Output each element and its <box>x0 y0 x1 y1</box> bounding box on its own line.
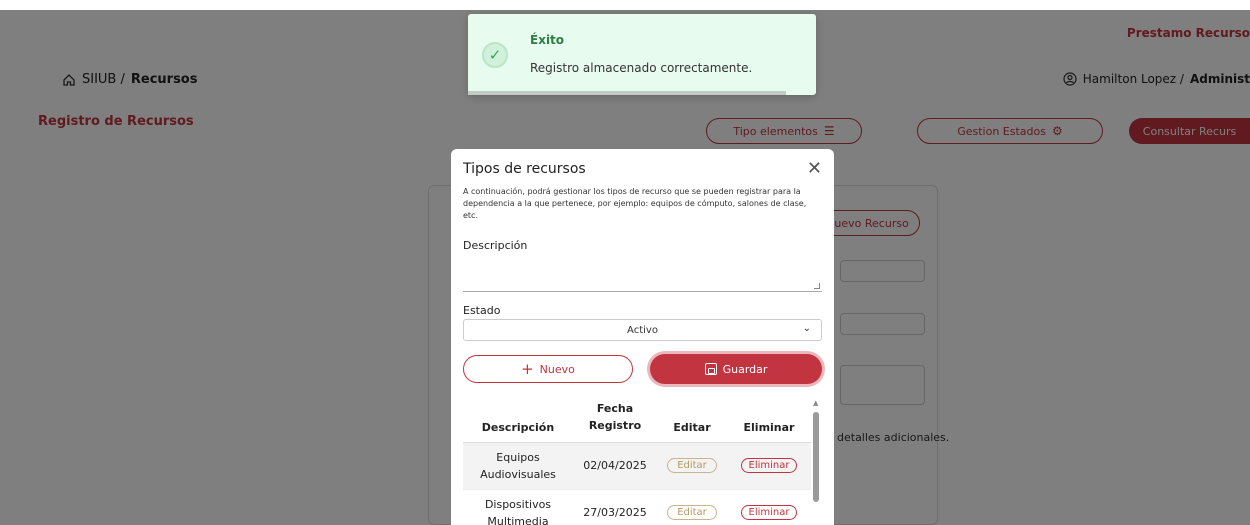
scrollbar-thumb[interactable] <box>813 412 819 502</box>
header-eliminar: Eliminar <box>727 395 811 443</box>
close-icon[interactable]: ✕ <box>807 160 822 178</box>
guardar-button[interactable]: Guardar <box>650 354 822 384</box>
nuevo-label: Nuevo <box>539 362 575 376</box>
cell-editar: Editar <box>657 489 727 525</box>
modal-description: A continuación, podrá gestionar los tipo… <box>463 187 807 220</box>
toast-title: Éxito <box>530 33 565 47</box>
eliminar-button[interactable]: Eliminar <box>740 458 798 473</box>
estado-value: Activo <box>627 324 658 336</box>
eliminar-button[interactable]: Eliminar <box>740 505 798 520</box>
scroll-up-icon[interactable]: ▲ <box>813 399 818 407</box>
cell-fecha: 02/04/2025 <box>573 442 657 490</box>
header-fecha-registro[interactable]: Fecha Registro <box>573 395 657 443</box>
modal-title: Tipos de recursos <box>463 161 586 177</box>
save-icon <box>704 363 717 375</box>
check-circle-icon: ✓ <box>482 42 508 68</box>
table-row: Equipos Audiovisuales 02/04/2025 Editar … <box>463 442 811 490</box>
editar-button[interactable]: Editar <box>667 458 717 473</box>
modal-header: Tipos de recursos ✕ <box>463 157 822 181</box>
cell-eliminar: Eliminar <box>727 489 811 525</box>
editar-button[interactable]: Editar <box>667 505 717 520</box>
table-row: Dispositivos Multimedia 27/03/2025 Edita… <box>463 489 811 525</box>
guardar-label: Guardar <box>722 362 768 376</box>
header-editar: Editar <box>657 395 727 443</box>
header-descripcion[interactable]: Descripción <box>463 395 573 443</box>
cell-editar: Editar <box>657 442 727 490</box>
toast-message: Registro almacenado correctamente. <box>530 61 753 75</box>
estado-label: Estado <box>463 304 501 317</box>
plus-icon: + <box>521 359 534 378</box>
descripcion-textarea[interactable] <box>463 256 822 292</box>
cell-eliminar: Eliminar <box>727 442 811 490</box>
estado-select[interactable]: Activo ⌄ <box>463 319 822 341</box>
success-toast: ✓ Éxito Registro almacenado correctament… <box>468 14 816 95</box>
table-header-row: Descripción Fecha Registro Editar Elimin… <box>463 395 811 443</box>
nuevo-button[interactable]: + Nuevo <box>463 355 633 383</box>
toast-progress-bar <box>468 91 786 95</box>
tipos-table: Descripción Fecha Registro Editar Elimin… <box>463 395 811 525</box>
resize-grip-icon[interactable] <box>814 283 820 289</box>
cell-descripcion: Equipos Audiovisuales <box>463 442 573 490</box>
cell-fecha: 27/03/2025 <box>573 489 657 525</box>
tipos-table-container: Descripción Fecha Registro Editar Elimin… <box>463 395 811 525</box>
chevron-down-icon: ⌄ <box>802 323 811 334</box>
tipos-recursos-modal: Tipos de recursos ✕ A continuación, podr… <box>451 149 834 525</box>
cell-descripcion: Dispositivos Multimedia <box>463 489 573 525</box>
descripcion-label: Descripción <box>463 239 528 252</box>
